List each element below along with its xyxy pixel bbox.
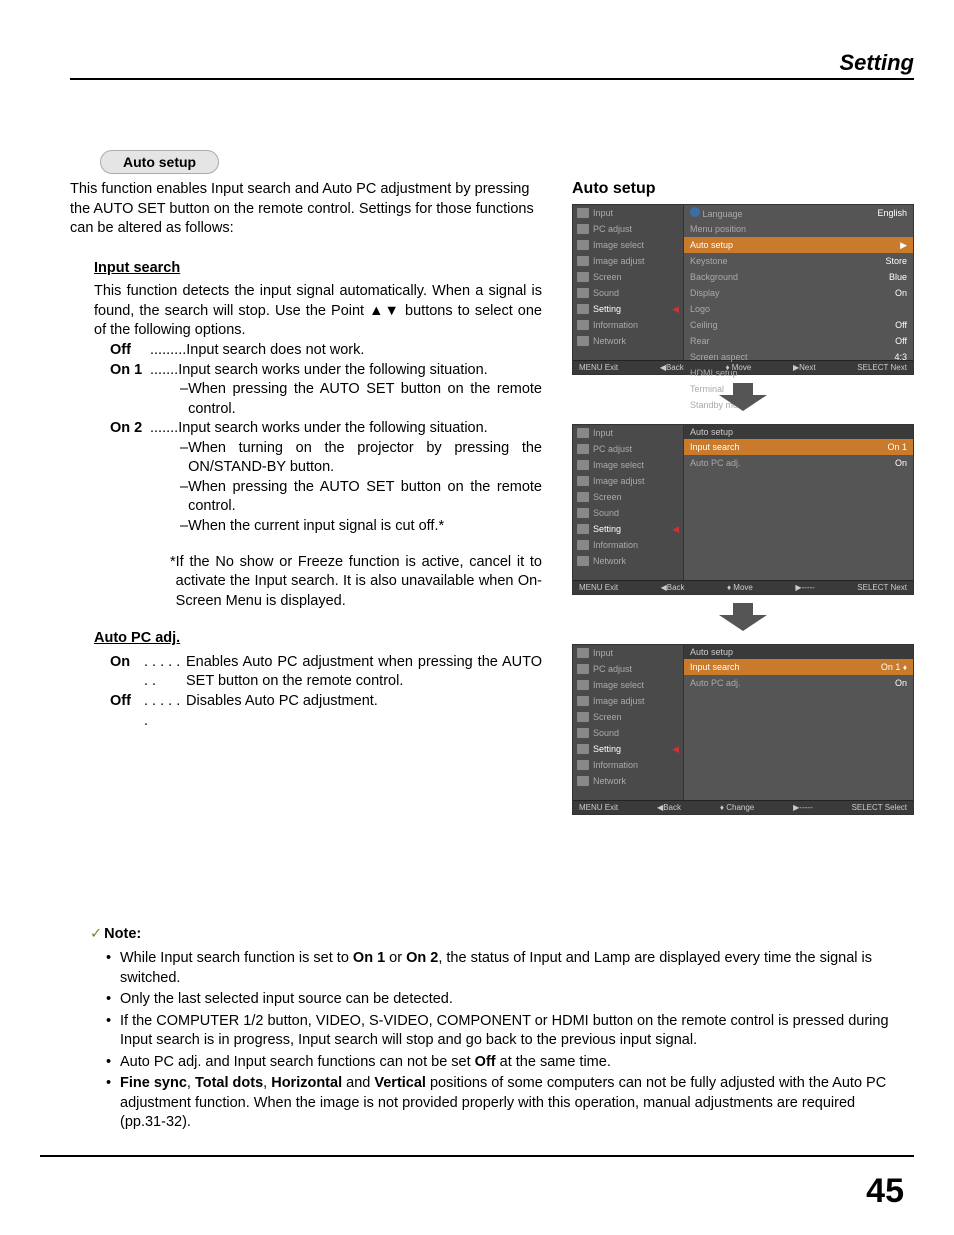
footer-hint: ◀Back [657,803,681,812]
footer-hint: SELECT Select [852,803,907,812]
sidebar-item: Network [573,773,683,789]
sidebar-item: Network [573,553,683,569]
sidebar-item: PC adjust [573,221,683,237]
intro-text: This function enables Input search and A… [70,180,542,239]
note-item: Only the last selected input source can … [106,990,904,1010]
left-column: This function enables Input search and A… [70,180,542,815]
osd-panel-3: InputPC adjustImage selectImage adjustSc… [572,644,914,815]
osd-panel-2: InputPC adjustImage selectImage adjustSc… [572,424,914,595]
menu-row: Logo [684,301,913,317]
on2-a: – When turning on the projector by press… [180,439,542,478]
sidebar-item: Information [573,537,683,553]
sidebar-item: PC adjust [573,441,683,457]
autopc-off: Off . . . . . .Disables Auto PC adjustme… [110,692,542,731]
on1-a: – When pressing the AUTO SET button on t… [180,380,542,419]
sidebar-item: Screen [573,269,683,285]
right-title: Auto setup [572,180,914,198]
sidebar-item: Screen [573,709,683,725]
footer-hint: ▶Next [793,363,816,372]
sidebar-item: Input [573,205,683,221]
sidebar-item: Setting◀ [573,301,683,317]
menu-row: DisplayOn [684,285,913,301]
auto-pc-heading: Auto PC adj. [94,629,542,649]
note-item: Auto PC adj. and Input search functions … [106,1053,904,1073]
menu-row: Auto setup▶ [684,237,913,253]
footer-hint: ♦ Move [727,583,753,592]
menu-row: Menu position [684,221,913,237]
sidebar-item: Image adjust [573,473,683,489]
footer-hint: ▶----- [793,803,812,812]
sidebar-item: PC adjust [573,661,683,677]
osd-panel-1: InputPC adjustImage selectImage adjustSc… [572,204,914,375]
footer-hint: ♦ Change [720,803,754,812]
menu-row: CeilingOff [684,317,913,333]
menu-row: Input searchOn 1 [684,439,913,455]
sidebar-item: Sound [573,725,683,741]
footnote: * If the No show or Freeze function is a… [170,553,542,612]
down-arrow-icon [572,603,914,636]
autopc-on: On. . . . . . .Enables Auto PC adjustmen… [110,653,542,692]
sidebar-item: Setting◀ [573,521,683,537]
note-item: If the COMPUTER 1/2 button, VIDEO, S-VID… [106,1012,904,1051]
sidebar-item: Network [573,333,683,349]
on2-c: – When the current input signal is cut o… [180,517,542,537]
sidebar-item: Image select [573,237,683,253]
footer-hint: ▶----- [795,583,814,592]
menu-row: RearOff [684,333,913,349]
opt-on2: On 2....... Input search works under the… [110,419,542,439]
sidebar-item: Image select [573,457,683,473]
sidebar-item: Input [573,645,683,661]
opt-off: Off ......... Input search does not work… [110,341,542,361]
footer-hint: ♦ Move [725,363,751,372]
footer-hint: ◀Back [660,363,684,372]
opt-on1: On 1....... Input search works under the… [110,361,542,381]
footer-hint: SELECT Next [857,363,907,372]
note-item: While Input search function is set to On… [106,949,904,988]
menu-row: BackgroundBlue [684,269,913,285]
page-number: 45 [866,1172,904,1211]
sidebar-item: Information [573,317,683,333]
menu-row: KeystoneStore [684,253,913,269]
section-pill: Auto setup [100,150,219,174]
right-column: Auto setup InputPC adjustImage selectIma… [572,180,914,815]
footer-rule [40,1155,914,1157]
menu-row: Auto PC adj.On [684,675,913,691]
check-icon: ✓ [90,926,102,942]
page-header: Setting [70,50,914,80]
sidebar-item: Screen [573,489,683,505]
menu-row: Auto PC adj.On [684,455,913,471]
sidebar-item: Input [573,425,683,441]
footer-hint: SELECT Next [857,583,907,592]
note-item: Fine sync, Total dots, Horizontal and Ve… [106,1074,904,1133]
sidebar-item: Image adjust [573,253,683,269]
sidebar-item: Image select [573,677,683,693]
sidebar-item: Sound [573,505,683,521]
menu-row: LanguageEnglish [684,205,913,221]
menu-row: Input searchOn 1 ♦ [684,659,913,675]
on2-b: – When pressing the AUTO SET button on t… [180,478,542,517]
footer-hint: MENU Exit [579,363,618,372]
notes-section: ✓Note: While Input search function is se… [90,925,904,1135]
input-search-heading: Input search [94,259,542,279]
sidebar-item: Image adjust [573,693,683,709]
footer-hint: ◀Back [661,583,685,592]
input-search-desc: This function detects the input signal a… [94,282,542,341]
sidebar-item: Setting◀ [573,741,683,757]
footer-hint: MENU Exit [579,803,618,812]
sidebar-item: Information [573,757,683,773]
sidebar-item: Sound [573,285,683,301]
footer-hint: MENU Exit [579,583,618,592]
